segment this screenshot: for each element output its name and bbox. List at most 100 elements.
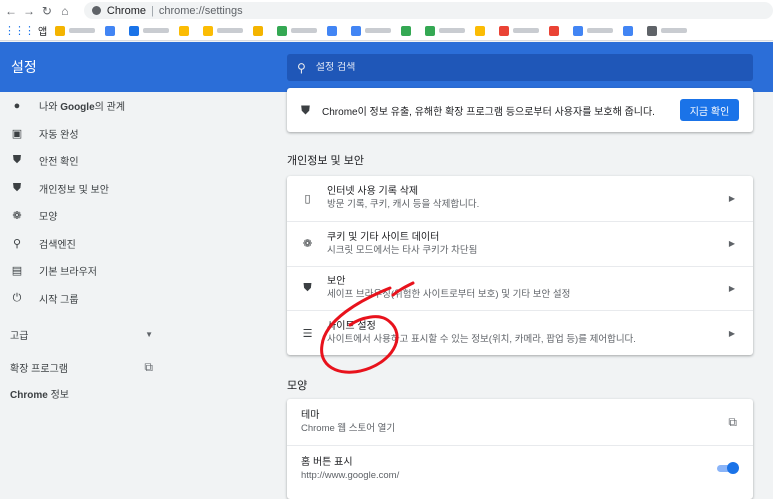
home-button-url: http://www.google.com/: [301, 469, 400, 481]
theme-row[interactable]: 테마 Chrome 웹 스토어 열기 ⧉: [287, 399, 753, 445]
bookmark-label: [439, 28, 466, 33]
bookmark-label: [513, 28, 540, 33]
security-row[interactable]: ⛊ 보안 세이프 브라우징(위험한 사이트로부터 보호) 및 기타 보안 설정 …: [287, 265, 753, 311]
shield-check-icon: ⛊: [12, 154, 22, 167]
sidebar-item-on-startup[interactable]: ⏻ 시작 그룹: [0, 285, 175, 313]
home-button-toggle[interactable]: [717, 462, 739, 474]
sidebar-item-default-browser[interactable]: ▤ 기본 브라우저: [0, 257, 175, 285]
bookmark-item[interactable]: [499, 25, 540, 36]
theme-sublabel: Chrome 웹 스토어 열기: [301, 423, 396, 434]
bookmark-item[interactable]: [277, 25, 318, 36]
bookmark-item[interactable]: [573, 25, 614, 36]
bookmark-item[interactable]: [55, 25, 96, 36]
search-icon: ⚲: [12, 237, 22, 250]
sidebar-item-label: 검색엔진: [39, 239, 76, 251]
sidebar-advanced-label: 고급: [10, 330, 29, 342]
bookmark-item[interactable]: [647, 25, 688, 36]
bookmark-item[interactable]: [425, 25, 466, 36]
bookmark-item[interactable]: [203, 25, 244, 36]
sidebar-item-label: 시작 그룹: [39, 294, 79, 306]
chevron-right-icon: ▶: [728, 328, 735, 338]
bookmark-item[interactable]: [105, 25, 119, 36]
sidebar-extensions[interactable]: 확장 프로그램 ⧉: [0, 354, 175, 380]
row-sublabel: 방문 기록, 쿠키, 캐시 등을 삭제합니다.: [327, 199, 480, 211]
reload-icon[interactable]: ↻: [38, 4, 56, 18]
safety-check-text: Chrome이 정보 유출, 유해한 확장 프로그램 등으로부터 사용자를 보호…: [322, 106, 655, 118]
sidebar-item-label: 개인정보 및 보안: [39, 184, 109, 196]
bookmark-label: [365, 28, 392, 33]
address-bar[interactable]: Chrome | chrome://settings: [83, 2, 773, 19]
bookmark-item[interactable]: [475, 25, 489, 36]
settings-search[interactable]: ⚲: [287, 54, 753, 81]
settings-header: 설정 ⚲: [0, 42, 773, 92]
sidebar-item-search-engine[interactable]: ⚲ 검색엔진: [0, 230, 175, 258]
row-label: 사이트 설정: [327, 321, 376, 333]
row-sublabel: 세이프 브라우징(위험한 사이트로부터 보호) 및 기타 보안 설정: [327, 289, 571, 301]
bookmark-label: [69, 28, 96, 33]
clear-browsing-data-row[interactable]: ▯ 인터넷 사용 기록 삭제 방문 기록, 쿠키, 캐시 등을 삭제합니다. ▶: [287, 176, 753, 221]
search-input[interactable]: [315, 62, 716, 73]
sidebar-advanced[interactable]: 고급 ▼: [0, 318, 175, 350]
appearance-card: 테마 Chrome 웹 스토어 열기 ⧉ 홈 버튼 표시 http://www.…: [287, 399, 753, 499]
bookmark-favicon-icon: [327, 25, 338, 36]
theme-label: 테마: [301, 410, 320, 421]
browser-icon: ▤: [11, 265, 23, 278]
sidebar-about-label: Chrome 정보: [10, 389, 69, 401]
address-separator: |: [151, 4, 154, 17]
apps-label[interactable]: 앱: [38, 23, 47, 38]
open-external-icon[interactable]: ⧉: [728, 415, 737, 430]
bookmark-favicon-icon: [351, 25, 362, 36]
bookmark-item[interactable]: [549, 25, 563, 36]
bookmark-label: [217, 28, 244, 33]
apps-icon[interactable]: ⋮⋮⋮: [4, 24, 35, 37]
tab-title: Chrome: [106, 4, 146, 17]
bookmark-favicon-icon: [425, 25, 436, 36]
sidebar-extensions-label: 확장 프로그램: [10, 363, 68, 375]
bookmarks-bar: ⋮⋮⋮ 앱: [0, 21, 773, 41]
bookmark-favicon-icon: [277, 25, 288, 36]
bookmark-item[interactable]: [179, 25, 193, 36]
forward-icon[interactable]: →: [20, 4, 38, 18]
trash-icon: ▯: [304, 192, 311, 205]
bookmark-favicon-icon: [253, 25, 264, 36]
cookies-row[interactable]: ❁ 쿠키 및 기타 사이트 데이터 시크릿 모드에서는 타사 쿠키가 차단됨 ▶: [287, 220, 753, 266]
bookmark-item[interactable]: [253, 25, 267, 36]
toggle-knob: [727, 462, 739, 474]
bookmark-favicon-icon: [401, 25, 412, 36]
show-home-button-row[interactable]: 홈 버튼 표시 http://www.google.com/: [287, 445, 753, 491]
sidebar-item-autofill[interactable]: ▣ 자동 완성: [0, 120, 175, 148]
check-now-button[interactable]: 지금 확인: [680, 99, 739, 121]
bookmark-favicon-icon: [623, 25, 634, 36]
sidebar-item-you-and-google[interactable]: ● 나와 Google의 관계: [0, 92, 175, 120]
row-label: 보안: [327, 276, 346, 288]
bookmark-favicon-icon: [499, 25, 510, 36]
palette-icon: ❁: [12, 210, 22, 223]
clipboard-icon: ▣: [11, 127, 23, 140]
bookmark-favicon-icon: [573, 25, 584, 36]
site-settings-icon: ☰: [302, 327, 313, 340]
settings-sidebar: ● 나와 Google의 관계 ▣ 자동 완성 ⛊ 안전 확인 ⛊ 개인정보 및…: [0, 92, 175, 499]
power-icon: ⏻: [12, 291, 22, 304]
bookmark-favicon-icon: [549, 25, 560, 36]
open-external-icon: ⧉: [144, 359, 153, 374]
bookmark-item[interactable]: [623, 25, 637, 36]
bookmark-item[interactable]: [327, 25, 341, 36]
privacy-section-title: 개인정보 및 보안: [287, 155, 364, 167]
sidebar-item-label: 기본 브라우저: [39, 267, 97, 279]
bookmark-favicon-icon: [179, 25, 190, 36]
bookmark-item[interactable]: [351, 25, 392, 36]
sidebar-item-safety-check[interactable]: ⛊ 안전 확인: [0, 147, 175, 175]
bookmark-label: [291, 28, 318, 33]
bookmark-item[interactable]: [401, 25, 415, 36]
back-icon[interactable]: ←: [2, 4, 20, 18]
bookmark-favicon-icon: [105, 25, 116, 36]
chevron-down-icon: ▼: [145, 329, 153, 339]
site-settings-row[interactable]: ☰ 사이트 설정 사이트에서 사용하고 표시할 수 있는 정보(위치, 카메라,…: [287, 310, 753, 355]
sidebar-about-chrome[interactable]: Chrome 정보: [0, 380, 175, 406]
sidebar-item-appearance[interactable]: ❁ 모양: [0, 202, 175, 230]
bookmark-item[interactable]: [129, 25, 170, 36]
home-icon[interactable]: ⌂: [56, 4, 74, 18]
chrome-icon: [91, 6, 101, 15]
sidebar-item-privacy[interactable]: ⛊ 개인정보 및 보안: [0, 175, 175, 203]
bookmark-favicon-icon: [203, 25, 214, 36]
